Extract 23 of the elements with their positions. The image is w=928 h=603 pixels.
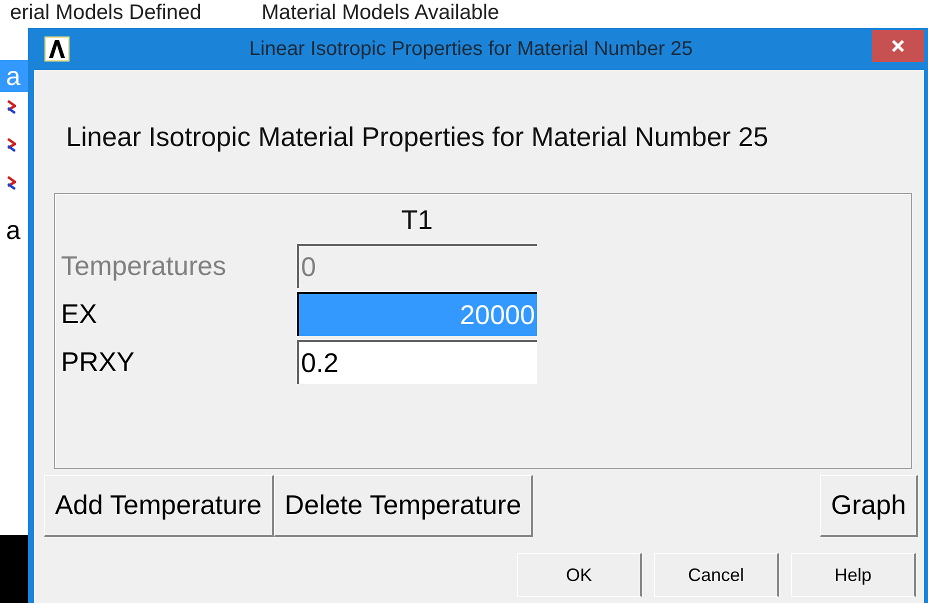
- model-icon: [6, 176, 16, 192]
- property-label: Temperatures: [61, 250, 228, 282]
- close-button[interactable]: [872, 30, 924, 62]
- close-icon: [890, 38, 906, 54]
- column-header: T1: [400, 204, 434, 237]
- value-field[interactable]: 0.2: [297, 340, 537, 384]
- panel-heading: erial Models Defined: [10, 0, 202, 26]
- model-icon: [6, 138, 16, 154]
- dialog-button[interactable]: Help: [791, 553, 916, 597]
- panel-heading: Material Models Available: [261, 0, 500, 26]
- window-title: Linear Isotropic Properties for Material Number 25: [248, 38, 694, 60]
- property-label: PRXY: [61, 346, 136, 378]
- dialog-heading: Linear Isotropic Material Properties for Material Number 25: [66, 122, 770, 153]
- app-logo-icon: [44, 36, 70, 62]
- graph-button[interactable]: Graph: [820, 475, 918, 537]
- action-button[interactable]: Delete Temperature: [274, 475, 534, 537]
- dialog-button[interactable]: Cancel: [654, 553, 779, 597]
- background-panel: [0, 535, 28, 603]
- dialog-button[interactable]: OK: [517, 553, 642, 597]
- model-icon: [6, 100, 16, 116]
- action-button[interactable]: Add Temperature: [44, 475, 274, 537]
- property-label: EX: [61, 298, 98, 330]
- list-item[interactable]: a: [0, 214, 28, 246]
